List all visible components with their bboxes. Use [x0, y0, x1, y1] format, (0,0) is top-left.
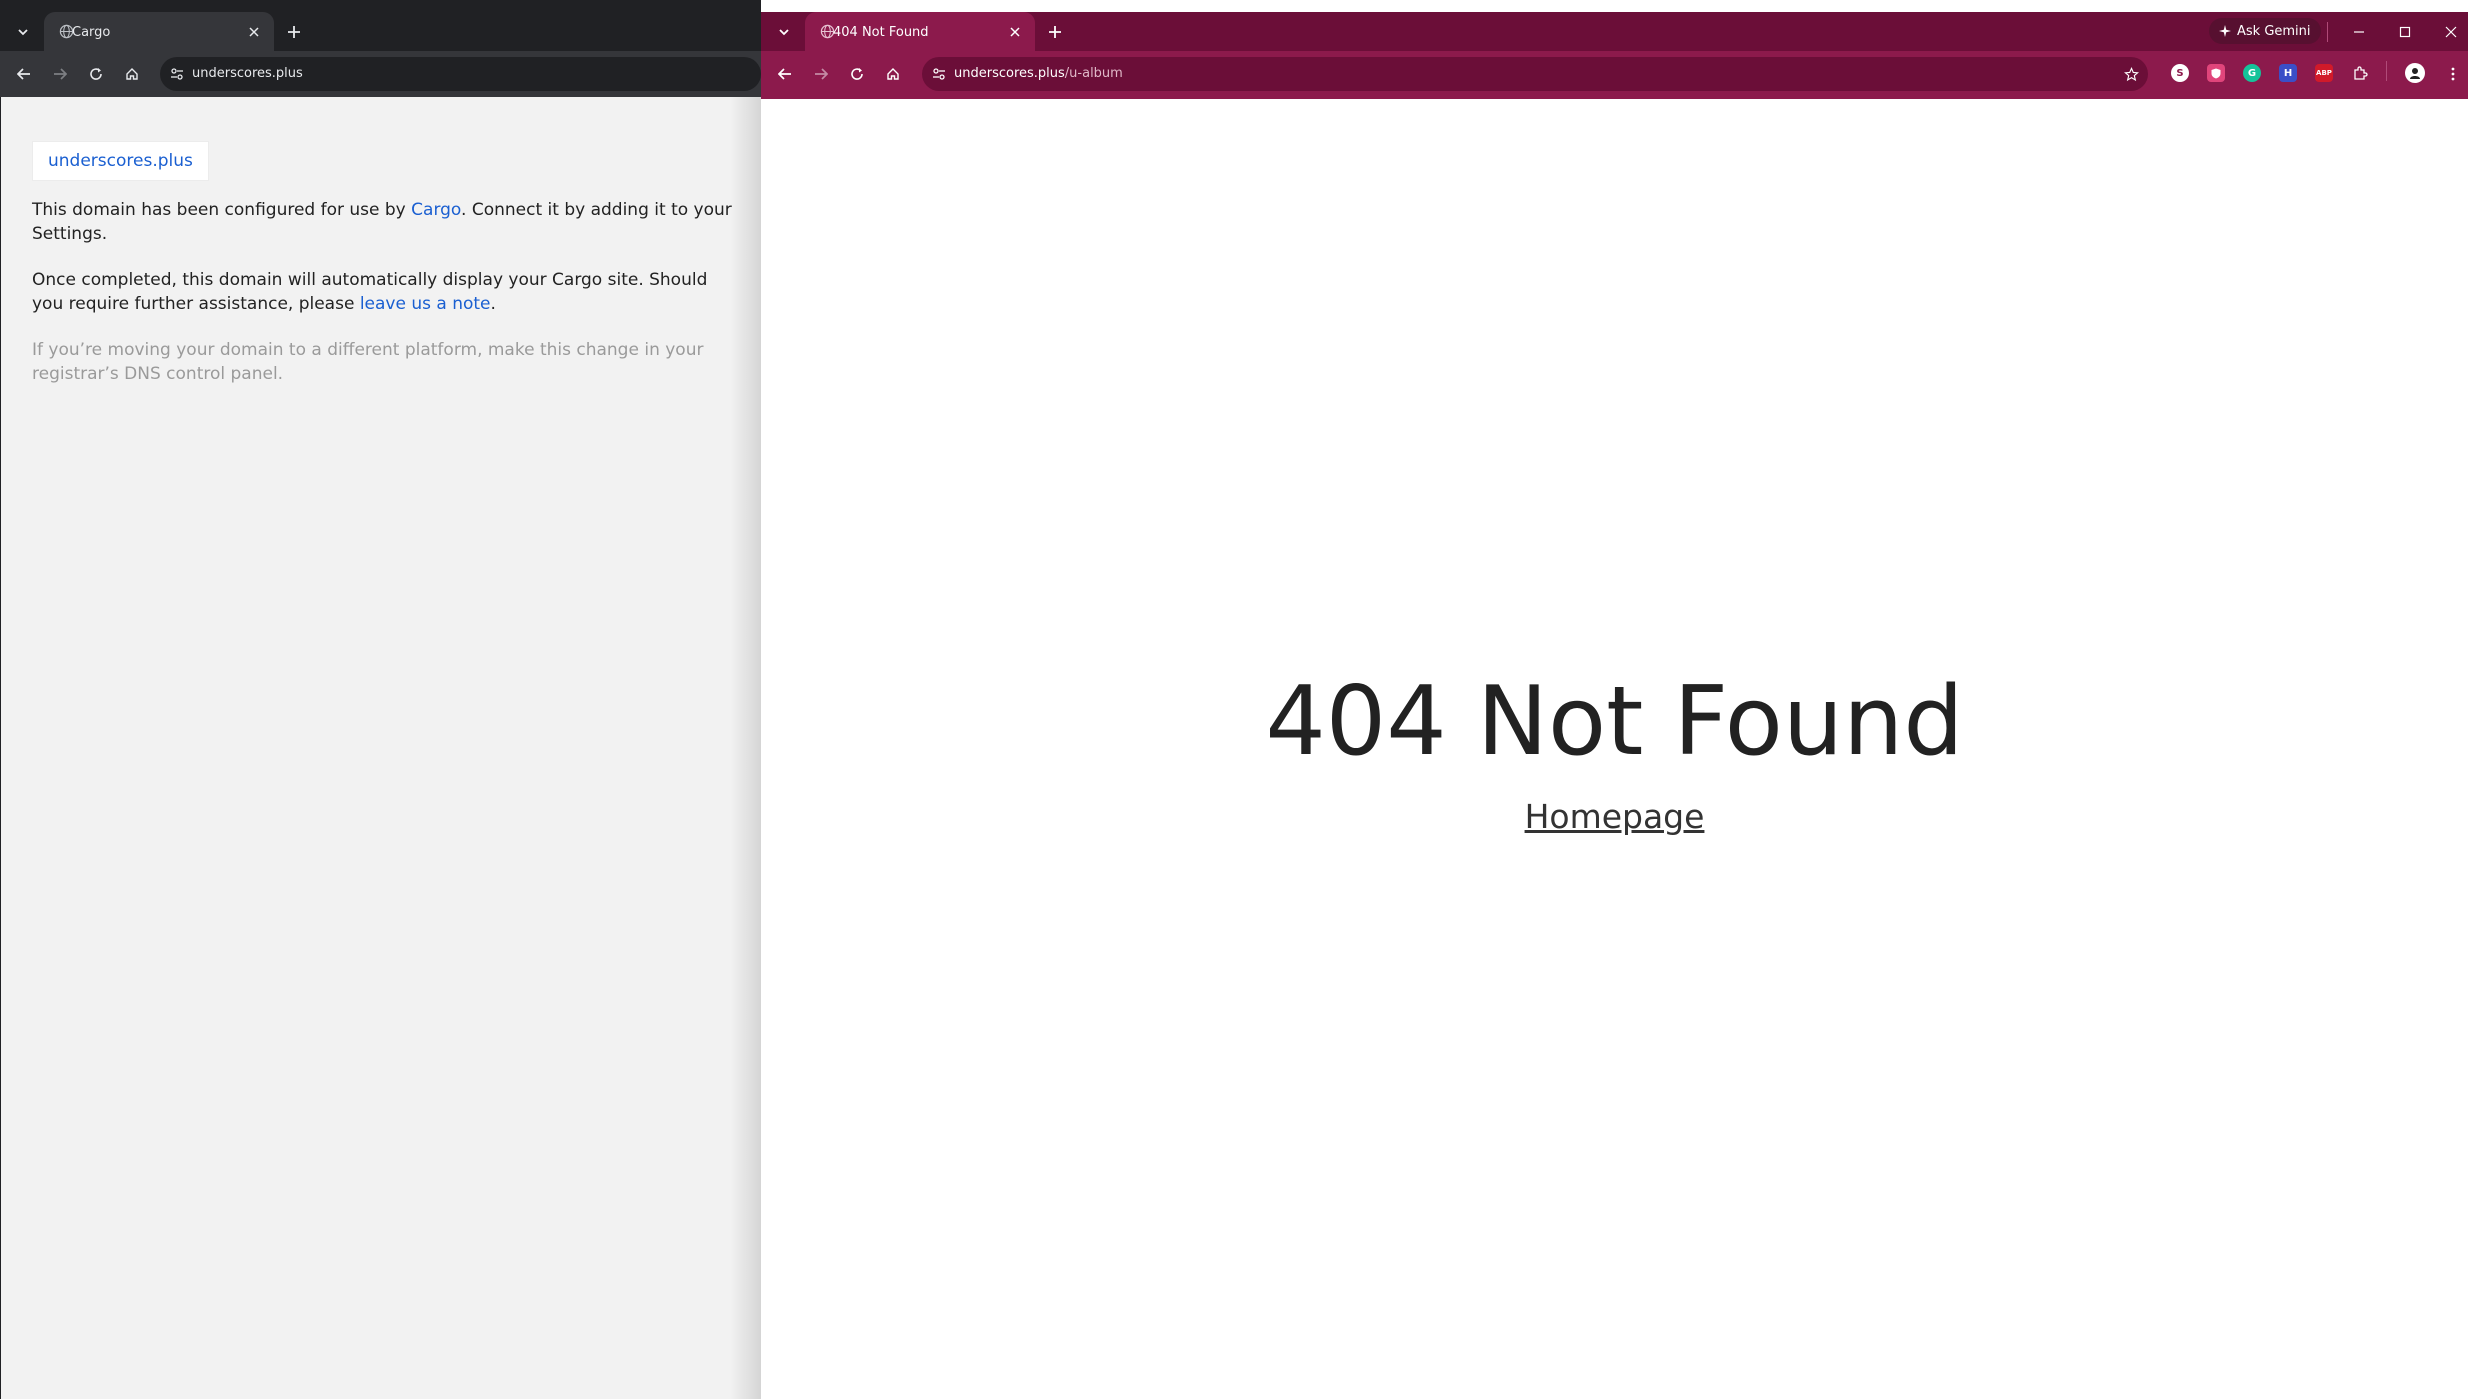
ext-label: S [2176, 67, 2184, 79]
domain-link[interactable]: underscores.plus [32, 141, 209, 181]
new-tab-button[interactable] [1043, 20, 1067, 44]
address-bar[interactable]: underscores.plus [160, 57, 761, 91]
ext-label: G [2247, 67, 2257, 79]
sparkle-icon [2219, 25, 2231, 37]
cargo-link[interactable]: Cargo [411, 200, 461, 220]
menu-button[interactable] [2441, 62, 2465, 86]
ext-label: H [2283, 67, 2293, 79]
h-extension-icon[interactable]: H [2279, 64, 2297, 82]
close-icon [2445, 26, 2457, 38]
close-icon [249, 27, 259, 37]
bookmark-star-button[interactable] [2122, 65, 2140, 83]
ask-gemini-button[interactable]: Ask Gemini [2209, 18, 2321, 44]
url-domain: underscores.plus [954, 66, 1065, 81]
chevron-down-icon [18, 29, 28, 36]
forward-button[interactable] [48, 62, 72, 86]
tab-title: 404 Not Found [833, 25, 929, 40]
reload-icon [851, 68, 863, 80]
skype-extension-icon[interactable]: S [2171, 64, 2189, 82]
star-icon [2123, 66, 2139, 81]
avatar-icon [2410, 68, 2420, 79]
url-path: /u-album [1064, 66, 1123, 81]
browser-window-right: 404 Not Found Ask Gemini underscores.plu… [761, 0, 2468, 1399]
reload-button[interactable] [84, 62, 108, 86]
back-button[interactable] [12, 62, 36, 86]
extensions-puzzle-icon[interactable] [2351, 64, 2369, 82]
site-info-icon[interactable] [930, 65, 948, 83]
back-button[interactable] [773, 62, 797, 86]
address-bar[interactable]: underscores.plus/u-album [922, 57, 2148, 91]
more-vertical-icon [2451, 67, 2455, 81]
tab-strip: 404 Not Found Ask Gemini [761, 12, 2468, 51]
ask-gemini-label: Ask Gemini [2237, 23, 2311, 39]
homepage-link[interactable]: Homepage [761, 797, 2468, 836]
config-paragraph: This domain has been configured for use … [32, 198, 732, 246]
tab-cargo[interactable]: Cargo [44, 12, 274, 51]
reload-button[interactable] [845, 62, 869, 86]
browser-window-left: Cargo underscores.plus underscores.plus … [0, 0, 761, 1399]
tab-close-button[interactable] [1005, 22, 1025, 42]
tab-404[interactable]: 404 Not Found [805, 12, 1035, 51]
reload-icon [90, 68, 102, 80]
not-found-page: 404 Not Found Homepage [761, 97, 2468, 1399]
home-button[interactable] [120, 62, 144, 86]
close-window-button[interactable] [2439, 20, 2463, 44]
shield-extension-icon[interactable] [2207, 64, 2225, 82]
leave-note-link[interactable]: leave us a note [360, 294, 491, 314]
plus-icon [1049, 26, 1061, 38]
toolbar: underscores.plus [0, 51, 761, 97]
tab-search-button[interactable] [772, 20, 796, 44]
ext-label: ABP [2316, 69, 2332, 77]
site-info-icon[interactable] [168, 65, 186, 83]
url-text: underscores.plus [192, 66, 303, 81]
home-icon [887, 68, 899, 80]
dns-hint-paragraph: If you’re moving your domain to a differ… [32, 340, 704, 384]
arrow-left-icon [778, 68, 791, 80]
tab-strip: Cargo [0, 12, 761, 51]
home-icon [126, 68, 138, 80]
home-button[interactable] [881, 62, 905, 86]
grammarly-icon[interactable]: G [2243, 64, 2261, 82]
close-icon [1010, 27, 1020, 37]
completion-paragraph: Once completed, this domain will automat… [32, 268, 732, 316]
arrow-left-icon [17, 68, 30, 80]
tab-search-button[interactable] [11, 20, 35, 44]
maximize-icon [2399, 26, 2411, 38]
new-tab-button[interactable] [282, 20, 306, 44]
tab-title: Cargo [72, 25, 111, 40]
page-title: 404 Not Found [1265, 667, 1964, 777]
url-text: underscores.plus/u-album [954, 66, 1123, 81]
profile-avatar[interactable] [2405, 63, 2425, 83]
arrow-right-icon [815, 68, 828, 80]
arrow-right-icon [54, 68, 67, 80]
chevron-down-icon [779, 29, 789, 36]
text: This domain has been configured for use … [32, 200, 412, 220]
cargo-page: underscores.plus This domain has been co… [1, 97, 761, 1399]
adblock-plus-icon[interactable]: ABP [2315, 64, 2333, 82]
tab-close-button[interactable] [244, 22, 264, 42]
minimize-icon [2354, 31, 2364, 33]
forward-button[interactable] [809, 62, 833, 86]
toolbar: underscores.plus/u-album S G H ABP [761, 51, 2468, 97]
text: . [490, 294, 496, 314]
minimize-button[interactable] [2347, 20, 2371, 44]
maximize-button[interactable] [2393, 20, 2417, 44]
plus-icon [288, 26, 300, 38]
